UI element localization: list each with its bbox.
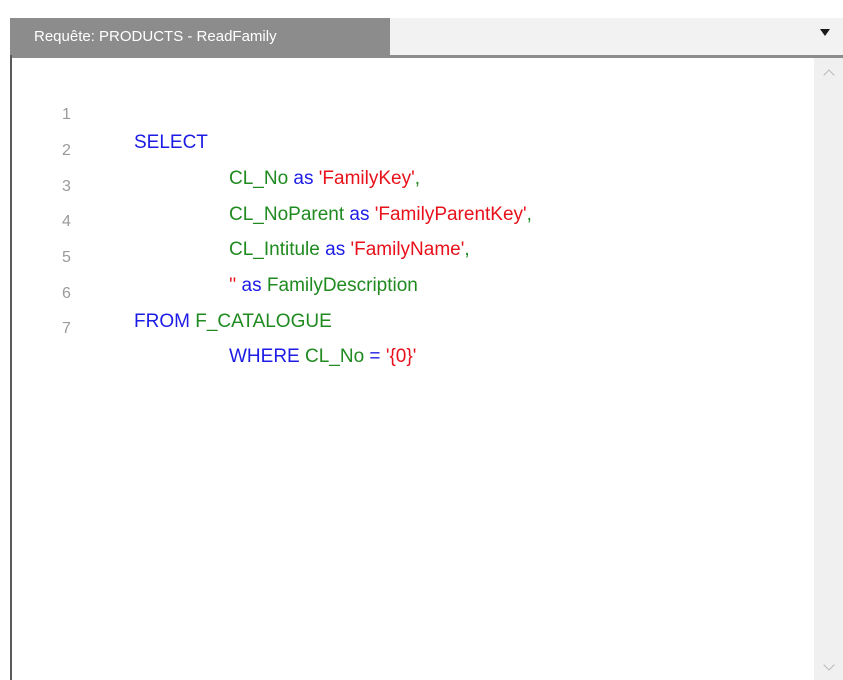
tab-query-products-readfamily[interactable]: Requête: PRODUCTS - ReadFamily [10, 18, 390, 55]
keyword-token: SELECT [134, 132, 208, 153]
code-text: CL_NoParent as 'FamilyParentKey', [229, 201, 532, 229]
line-number: 7 [62, 320, 71, 337]
punctuation-token: , [464, 239, 470, 260]
identifier-token: CL_Intitule [229, 239, 320, 260]
scroll-down-button[interactable] [814, 656, 843, 678]
punctuation-token: , [526, 204, 532, 225]
line-number: 5 [62, 249, 71, 266]
tab-list-dropdown-button[interactable] [809, 18, 841, 55]
identifier-token: CL_No [305, 346, 365, 367]
keyword-token: as [288, 168, 319, 189]
code-text: '' as FamilyDescription [229, 272, 418, 300]
code-text: SELECT [134, 129, 208, 157]
code-text: CL_No as 'FamilyKey', [229, 165, 420, 193]
code-line: 4 CL_Intitule as 'FamilyName', [12, 180, 470, 260]
identifier-token: F_CATALOGUE [195, 311, 332, 332]
chevron-up-icon [822, 69, 835, 81]
string-token: 'FamilyKey' [318, 168, 415, 189]
code-line: 3 CL_NoParent as 'FamilyParentKey', [12, 145, 532, 225]
code-line: 6 FROM F_CATALOGUE [12, 252, 332, 332]
line-number: 3 [62, 178, 71, 195]
identifier-token: CL_NoParent [229, 204, 345, 225]
code-text: FROM F_CATALOGUE [134, 308, 332, 336]
line-number: 4 [62, 213, 71, 230]
string-token: 'FamilyName' [350, 239, 465, 260]
dropdown-arrow-icon [820, 29, 830, 36]
punctuation-token: , [414, 168, 420, 189]
string-token: 'FamilyParentKey' [374, 204, 527, 225]
code-text: WHERE CL_No = '{0}' [229, 343, 416, 371]
code-line: 5 '' as FamilyDescription [12, 216, 418, 296]
keyword-token: as [344, 204, 375, 225]
string-token: '{0}' [385, 346, 417, 367]
keyword-token: as [236, 275, 267, 296]
keyword-token: as [319, 239, 351, 260]
chevron-down-icon [822, 659, 835, 671]
identifier-token: FamilyDescription [266, 275, 418, 296]
query-editor-window: Requête: PRODUCTS - ReadFamily 1 SELECT … [0, 0, 843, 680]
vertical-scrollbar[interactable] [814, 58, 843, 680]
tab-strip: Requête: PRODUCTS - ReadFamily [0, 0, 843, 55]
keyword-token: FROM [134, 311, 196, 332]
code-line: 2 CL_No as 'FamilyKey', [12, 109, 420, 189]
sql-code-editor[interactable]: 1 SELECT 2 CL_No as 'FamilyKey', 3 CL_No… [12, 58, 814, 680]
code-line: 7 WHERE CL_No = '{0}' [12, 287, 416, 367]
line-number: 2 [62, 142, 71, 159]
tab-strip-background [390, 18, 843, 55]
line-number: 1 [62, 106, 71, 123]
tab-title: Requête: PRODUCTS - ReadFamily [34, 28, 277, 45]
keyword-token: = [364, 346, 386, 367]
keyword-token: WHERE [229, 346, 305, 367]
line-number: 6 [62, 285, 71, 302]
code-line: 1 SELECT [12, 73, 208, 153]
code-text: CL_Intitule as 'FamilyName', [229, 236, 470, 264]
identifier-token: CL_No [229, 168, 289, 189]
scroll-up-button[interactable] [814, 62, 843, 84]
